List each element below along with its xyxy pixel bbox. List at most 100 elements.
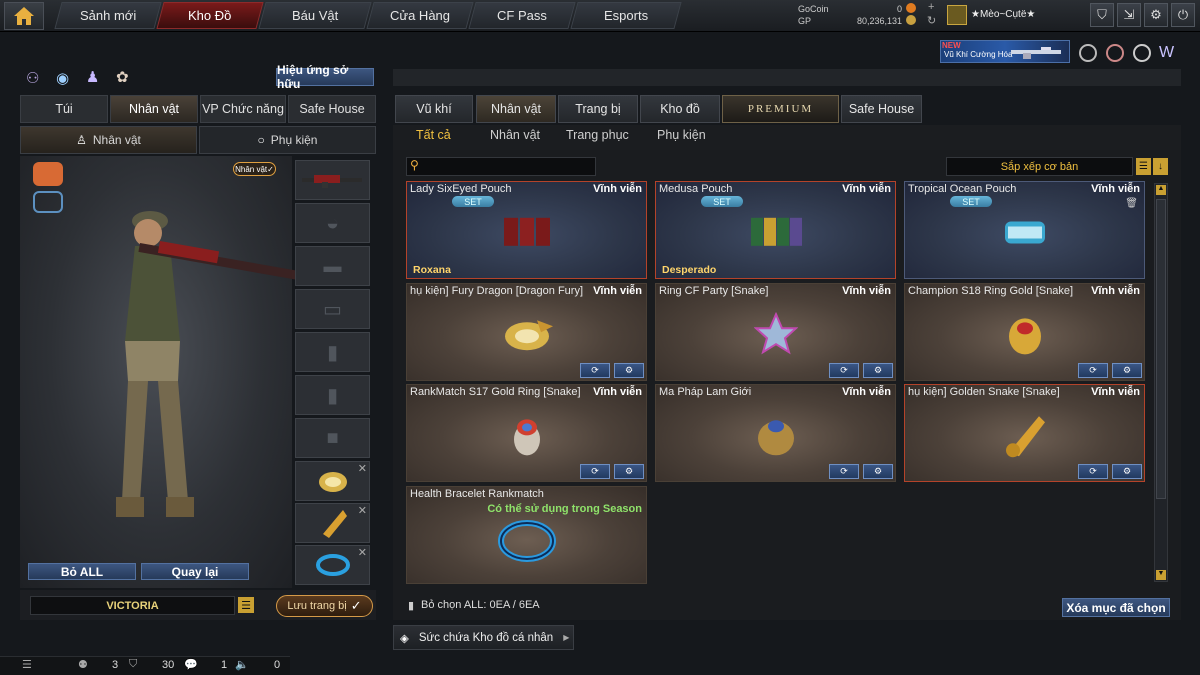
category-accessories[interactable]: Phụ kiện xyxy=(657,128,706,148)
scroll-thumb[interactable] xyxy=(1156,199,1166,499)
item-settings-button[interactable]: ⚙ xyxy=(614,464,644,479)
toggle-effect-button[interactable]: ⟳ xyxy=(1078,464,1108,479)
vip-badge-icon[interactable] xyxy=(1079,44,1097,62)
item-card[interactable]: Ring CF Party [Snake] Vĩnh viễn ⟳ ⚙ xyxy=(655,283,896,381)
toggle-effect-button[interactable]: ⟳ xyxy=(829,464,859,479)
toggle-effect-button[interactable]: ⟳ xyxy=(829,363,859,378)
view-icon[interactable]: ◉ xyxy=(56,69,69,87)
shield-icon[interactable]: ⛉ xyxy=(1090,3,1114,27)
subtab-character[interactable]: ♙ Nhân vật xyxy=(20,126,197,154)
item-settings-button[interactable]: ⚙ xyxy=(1112,464,1142,479)
nav-tab-inventory[interactable]: Kho Đồ xyxy=(156,2,264,29)
pose-icon[interactable]: ♟ xyxy=(86,68,99,86)
right-tab-equipment[interactable]: Trang bị xyxy=(558,95,638,123)
item-card[interactable]: hụ kiện] Fury Dragon [Dragon Fury] Vĩnh … xyxy=(406,283,647,381)
nav-tab-cf-pass[interactable]: CF Pass xyxy=(468,2,576,29)
item-list-scrollbar[interactable]: ▲ ▼ xyxy=(1154,183,1168,582)
toggle-effect-button[interactable]: ⟳ xyxy=(1078,363,1108,378)
item-card[interactable]: hụ kiện] Golden Snake [Snake] Vĩnh viễn … xyxy=(904,384,1145,482)
trash-icon[interactable]: 🗑 xyxy=(1125,198,1138,209)
chat-icon[interactable]: 💬 xyxy=(184,658,198,671)
rifle-icon xyxy=(1011,47,1061,59)
defense-badge-icon[interactable] xyxy=(33,191,63,213)
bookmark-icon[interactable]: ▮ xyxy=(408,599,414,612)
exit-room-icon[interactable]: ⇲ xyxy=(1117,3,1141,27)
slot-gloves[interactable]: ■ xyxy=(295,418,370,458)
left-tab-function-items[interactable]: VP Chức năng xyxy=(200,95,286,123)
item-settings-button[interactable]: ⚙ xyxy=(1112,363,1142,378)
item-card[interactable]: Health Bracelet Rankmatch Có thể sử dụng… xyxy=(406,486,647,584)
clan-shield-icon[interactable]: ⛉ xyxy=(129,658,137,671)
slot-mask[interactable]: ▭ xyxy=(295,289,370,329)
slot-accessory-1[interactable]: ✕ xyxy=(295,461,370,501)
subtab-accessories[interactable]: ○ Phụ kiện xyxy=(199,126,376,154)
username[interactable]: ★Mèo~Cụtë★ xyxy=(971,9,1035,20)
item-card[interactable]: Medusa Pouch Vĩnh viễn SET Desperado xyxy=(655,181,896,279)
item-card[interactable]: Tropical Ocean Pouch Vĩnh viễn SET 🗑 xyxy=(904,181,1145,279)
category-all[interactable]: Tất cả xyxy=(416,128,451,148)
remove-all-button[interactable]: Bỏ ALL xyxy=(28,563,136,580)
save-equipment-button[interactable]: Lưu trang bị ✓ xyxy=(276,595,373,617)
sort-direction-icon[interactable]: ↓ xyxy=(1153,158,1168,175)
role-badge-icon[interactable] xyxy=(33,162,63,186)
remove-icon[interactable]: ✕ xyxy=(358,546,367,559)
storage-capacity-button[interactable]: ◈ Sức chứa Kho đồ cá nhân ▶ xyxy=(393,625,574,650)
item-card[interactable]: Lady SixEyed Pouch Vĩnh viễn SET Roxana xyxy=(406,181,647,279)
scroll-up-icon[interactable]: ▲ xyxy=(1156,185,1166,195)
settings-gear-icon[interactable]: ⚙ xyxy=(1144,3,1168,27)
item-card[interactable]: Ma Pháp Lam Giới Vĩnh viễn ⟳ ⚙ xyxy=(655,384,896,482)
scroll-down-icon[interactable]: ▼ xyxy=(1156,570,1166,580)
right-tab-character[interactable]: Nhân vật xyxy=(476,95,556,123)
back-button[interactable]: Quay lại xyxy=(141,563,249,580)
right-tab-safe-house[interactable]: Safe House xyxy=(841,95,922,123)
search-input[interactable]: ⚲ xyxy=(406,157,596,176)
slot-goggles[interactable]: ▬ xyxy=(295,246,370,286)
event-badge-icon[interactable] xyxy=(1106,44,1124,62)
category-character[interactable]: Nhân vật xyxy=(490,128,540,148)
left-tab-safe-house[interactable]: Safe House xyxy=(288,95,376,123)
menu-icon[interactable]: ☰ xyxy=(238,597,254,613)
slot-vest[interactable]: ▮ xyxy=(295,332,370,372)
sort-dropdown[interactable]: Sắp xếp cơ bản xyxy=(946,157,1133,176)
slot-weapon[interactable] xyxy=(295,160,370,200)
speaker-icon[interactable]: 🔈 xyxy=(235,658,249,671)
power-icon[interactable]: ⏻ xyxy=(1171,3,1195,27)
right-tab-premium[interactable]: PREMIUM xyxy=(722,95,839,123)
item-settings-button[interactable]: ⚙ xyxy=(863,363,893,378)
right-tab-inventory[interactable]: Kho đồ xyxy=(640,95,720,123)
item-settings-button[interactable]: ⚙ xyxy=(614,363,644,378)
weapon-upgrade-banner[interactable]: NEW Vũ Khí Cường Hóa xyxy=(940,40,1070,63)
character-preview[interactable] xyxy=(20,156,298,588)
list-icon[interactable]: ☰ xyxy=(1136,158,1151,175)
delete-selected-button[interactable]: Xóa mục đã chọn xyxy=(1062,598,1170,617)
slot-accessory-2[interactable]: ✕ xyxy=(295,503,370,543)
nav-tab-lobby[interactable]: Sảnh mới xyxy=(54,2,162,29)
item-card[interactable]: RankMatch S17 Gold Ring [Snake] Vĩnh viễ… xyxy=(406,384,647,482)
item-card[interactable]: Champion S18 Ring Gold [Snake] Vĩnh viễn… xyxy=(904,283,1145,381)
remove-icon[interactable]: ✕ xyxy=(358,462,367,475)
remove-icon[interactable]: ✕ xyxy=(358,504,367,517)
ownership-effects-button[interactable]: Hiệu ứng sở hữu xyxy=(276,63,374,91)
right-tab-weapons[interactable]: Vũ khí xyxy=(395,95,473,123)
friends-icon[interactable]: ⚉ xyxy=(78,658,88,671)
mission-badge-icon[interactable] xyxy=(1133,44,1151,62)
nav-tab-treasure[interactable]: Báu Vật xyxy=(258,2,372,29)
category-outfit[interactable]: Trang phục xyxy=(566,128,629,148)
nav-tab-shop[interactable]: Cửa Hàng xyxy=(366,2,474,29)
list-icon[interactable]: ☰ xyxy=(22,658,32,671)
pet-icon[interactable]: ✿ xyxy=(116,68,129,86)
left-tab-character[interactable]: Nhân vật xyxy=(110,95,198,123)
home-button[interactable] xyxy=(4,2,44,30)
add-coin-icon[interactable]: + xyxy=(928,1,934,13)
toggle-effect-button[interactable]: ⟳ xyxy=(580,464,610,479)
slot-helmet[interactable]: ◒ xyxy=(295,203,370,243)
family-icon[interactable]: ⚇ xyxy=(26,69,39,87)
refresh-icon[interactable]: ↻ xyxy=(927,14,936,27)
vng-logo-icon[interactable]: W xyxy=(1159,44,1179,62)
slot-backpack[interactable]: ▮ xyxy=(295,375,370,415)
slot-accessory-3[interactable]: ✕ xyxy=(295,545,370,585)
nav-tab-esports[interactable]: Esports xyxy=(570,2,682,29)
toggle-effect-button[interactable]: ⟳ xyxy=(580,363,610,378)
left-tab-bag[interactable]: Túi xyxy=(20,95,108,123)
item-settings-button[interactable]: ⚙ xyxy=(863,464,893,479)
